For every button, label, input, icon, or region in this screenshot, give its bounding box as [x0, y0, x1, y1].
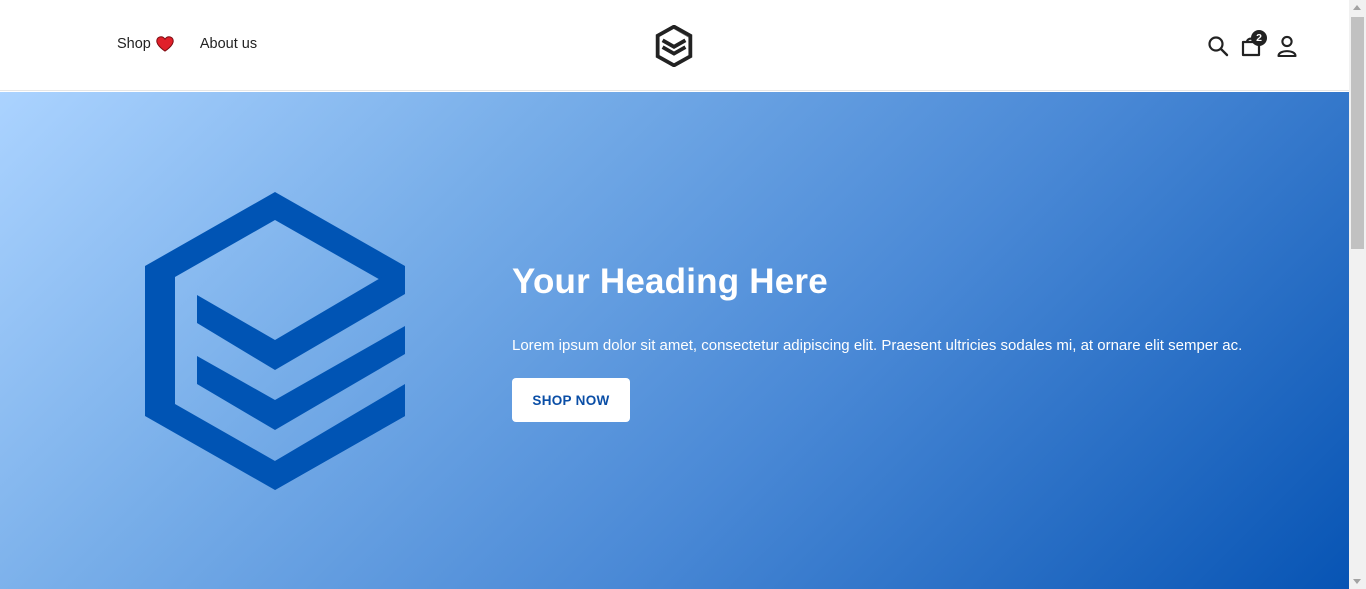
scroll-thumb[interactable]	[1351, 17, 1364, 249]
hero-banner: Your Heading Here Lorem ipsum dolor sit …	[0, 92, 1349, 589]
cube-logo-icon[interactable]	[655, 25, 693, 67]
main-nav: Shop About us	[117, 36, 257, 52]
vertical-scrollbar[interactable]	[1349, 0, 1366, 589]
user-icon[interactable]	[1275, 34, 1299, 58]
cart-count-badge: 2	[1251, 30, 1267, 46]
shop-now-button[interactable]: SHOP NOW	[512, 378, 630, 422]
hero-heading: Your Heading Here	[512, 262, 828, 301]
search-icon[interactable]	[1206, 34, 1230, 58]
scroll-up-arrow-icon[interactable]	[1353, 5, 1361, 10]
hero-cube-logo	[145, 192, 405, 490]
nav-shop-label: Shop	[117, 36, 151, 52]
site-header: Shop About us 2	[0, 0, 1349, 91]
scroll-down-arrow-icon[interactable]	[1353, 579, 1361, 584]
heart-icon	[156, 36, 174, 52]
page: Shop About us 2 Your Heading Here Lorem …	[0, 0, 1349, 589]
nav-about-link[interactable]: About us	[200, 36, 257, 52]
nav-shop-link[interactable]: Shop	[117, 36, 174, 52]
hero-description: Lorem ipsum dolor sit amet, consectetur …	[512, 337, 1243, 354]
